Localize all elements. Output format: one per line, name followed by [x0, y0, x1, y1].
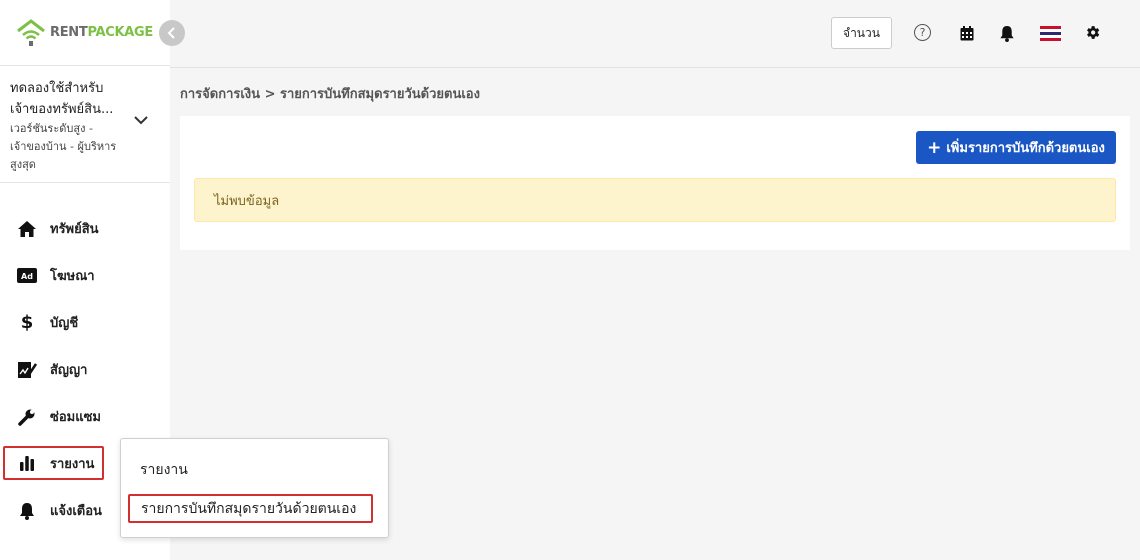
help-icon[interactable]: ?: [914, 24, 931, 41]
sidebar-item-label: แจ้งเตือน: [50, 504, 102, 519]
ad-icon: Ad: [16, 265, 38, 287]
contract-icon: [16, 359, 38, 381]
thai-flag-icon[interactable]: [1040, 26, 1061, 41]
collapse-sidebar-button[interactable]: [159, 20, 185, 46]
chevron-left-icon: [167, 27, 175, 39]
sidebar-item-ads[interactable]: Ad โฆษณา: [0, 252, 170, 299]
sidebar-item-label: ซ่อมแซม: [50, 410, 101, 425]
home-icon: [16, 218, 38, 240]
account-title: ทดลองใช้สำหรับเจ้าของทรัพย์สิน...: [10, 81, 114, 117]
calendar-icon[interactable]: [958, 24, 976, 42]
chevron-down-icon[interactable]: [134, 116, 148, 125]
sidebar-item-accounts[interactable]: $ บัญชี: [0, 299, 170, 346]
dollar-icon: $: [20, 312, 34, 333]
content-card: + เพิ่มรายการบันทึกด้วยตนเอง ไม่พบข้อมูล: [180, 116, 1130, 250]
brand-name: RENTPACKAGE: [50, 25, 153, 40]
sidebar-item-label: รายงาน: [50, 456, 95, 472]
empty-state-alert: ไม่พบข้อมูล: [194, 178, 1116, 222]
account-selector[interactable]: ทดลองใช้สำหรับเจ้าของทรัพย์สิน... เวอร์ช…: [0, 66, 170, 183]
sidebar-item-contracts[interactable]: สัญญา: [0, 346, 170, 393]
sidebar-item-assets[interactable]: ทรัพย์สิน: [0, 205, 170, 252]
add-manual-entry-button[interactable]: + เพิ่มรายการบันทึกด้วยตนเอง: [916, 131, 1116, 164]
sidebar-item-label: โฆษณา: [50, 269, 95, 284]
sidebar-item-reports[interactable]: รายงาน: [3, 446, 104, 480]
submenu-item-reports[interactable]: รายงาน: [140, 459, 188, 481]
svg-text:Ad: Ad: [21, 272, 33, 281]
logo[interactable]: RENTPACKAGE: [0, 0, 170, 66]
reports-submenu: รายงาน รายการบันทึกสมุดรายวันด้วยตนเอง: [120, 438, 389, 538]
sidebar-item-maintenance[interactable]: ซ่อมแซม: [0, 393, 170, 440]
notification-bell-icon[interactable]: [998, 24, 1016, 42]
bell-icon: [16, 500, 38, 522]
sidebar-item-label: ทรัพย์สิน: [50, 222, 99, 237]
plus-icon: +: [927, 137, 942, 158]
submenu-item-manual-journal[interactable]: รายการบันทึกสมุดรายวันด้วยตนเอง: [128, 494, 373, 523]
account-subtitle: เวอร์ชันระดับสูง - เจ้าของบ้าน - ผู้บริห…: [10, 122, 117, 171]
count-button[interactable]: จำนวน: [831, 17, 892, 49]
sidebar-item-label: สัญญา: [50, 363, 88, 378]
add-button-label: เพิ่มรายการบันทึกด้วยตนเอง: [946, 141, 1105, 156]
breadcrumb: การจัดการเงิน > รายการบันทึกสมุดรายวันด้…: [180, 87, 480, 102]
top-bar: จำนวน ?: [170, 0, 1140, 68]
wrench-icon: [16, 406, 38, 428]
sidebar-item-label: บัญชี: [50, 316, 79, 331]
bar-chart-icon: [16, 452, 38, 474]
logo-wifi-house-icon: [17, 18, 45, 46]
gear-icon[interactable]: [1083, 23, 1101, 41]
